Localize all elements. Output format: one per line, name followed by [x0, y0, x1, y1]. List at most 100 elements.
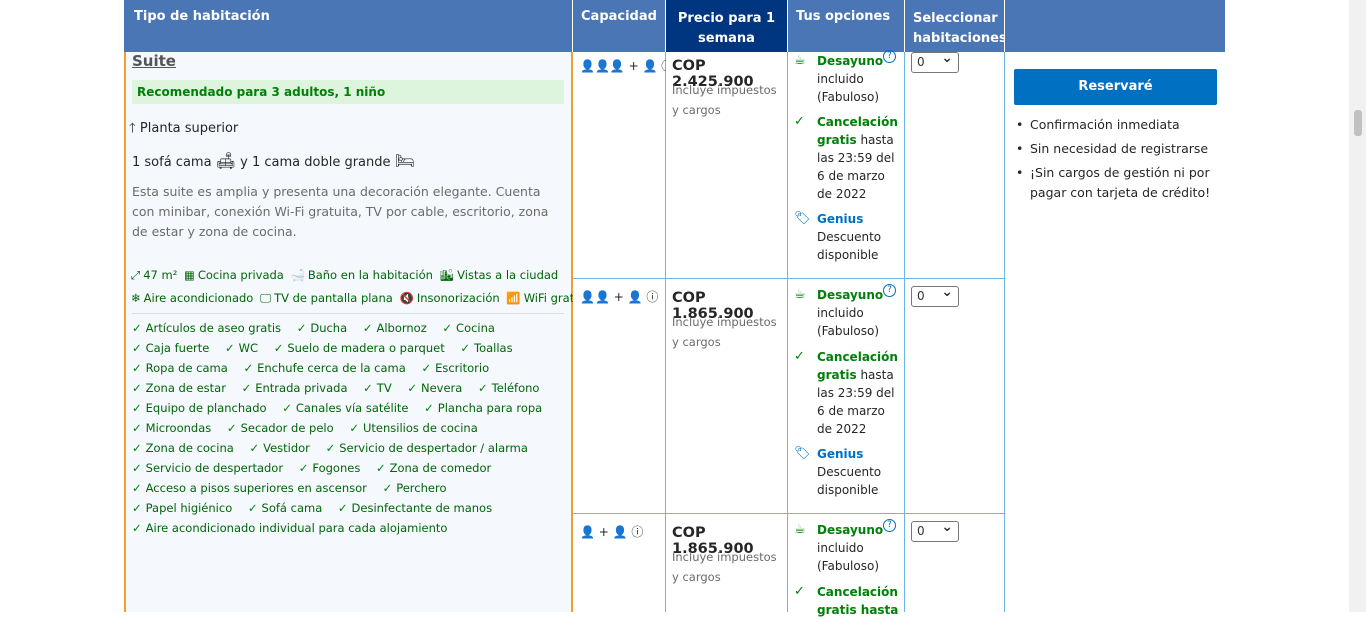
room-table: Tipo de habitación Capacidad Precio para… — [124, 0, 1225, 617]
options-cell: ☕ Desayuno incluido (Fabuloso)? ✓ Cancelaci… — [788, 50, 905, 279]
help-icon[interactable]: ? — [883, 50, 896, 63]
bed-info: 1 sofá cama 🛋 y 1 cama doble grande 🛏 — [132, 151, 415, 170]
benefit-item: Confirmación inmediata — [1014, 115, 1224, 135]
amenity-item: ✓ Nevera — [407, 381, 463, 395]
tag-icon: 🏷 — [794, 211, 811, 226]
reserve-button[interactable]: Reservaré — [1014, 69, 1217, 105]
amenity-item: ✓ Plancha para ropa — [424, 401, 543, 415]
check-icon: ✓ — [349, 421, 359, 435]
check-icon: ✓ — [247, 501, 258, 515]
genius-option: 🏷 Genius Descuento disponible — [794, 446, 882, 497]
info-icon[interactable]: ⓘ — [646, 290, 658, 304]
genius-option: 🏷 Genius Descuento disponible — [794, 211, 882, 262]
header-capacity: Capacidad — [573, 0, 666, 52]
capacity-icons[interactable]: 👤👤 + 👤 ⓘ — [580, 288, 658, 305]
capacity-cell: 👤👤 + 👤 ⓘ — [573, 279, 666, 514]
adult-icon: 👤 — [580, 525, 595, 539]
tv-icon: 🖵 — [259, 291, 272, 305]
child-icon: 👤 — [642, 59, 658, 73]
amenity-item: ✓ Artículos de aseo gratis — [132, 321, 282, 335]
amenity-item: ✓ Escritorio — [421, 361, 490, 375]
amenity-item: ✓ Zona de cocina — [132, 441, 234, 455]
room-quantity-select[interactable]: 0 — [911, 283, 959, 307]
room-title-link[interactable]: Suite — [132, 52, 176, 70]
amenity-item: ✓ Teléfono — [478, 381, 540, 395]
check-icon: ✓ — [132, 401, 142, 415]
select-cell: 0 — [905, 279, 1005, 514]
recommendation-badge: Recomendado para 3 adultos, 1 niño — [132, 80, 564, 104]
amenities-list: ✓ Artículos de aseo gratis ✓ Ducha ✓ Alborn… — [132, 318, 568, 538]
check-icon: ✓ — [362, 321, 373, 335]
check-icon: ✓ — [407, 381, 417, 395]
amenity-item: ✓ Equipo de planchado — [132, 401, 267, 415]
room-quantity-select[interactable]: 0 — [911, 49, 959, 73]
price-cell: COP 1.865.900 Incluye impuestos y cargos — [666, 279, 788, 514]
cancellation-option: ✓ Cancelación gratis hasta las 23:59 del … — [794, 114, 898, 201]
price-note: Incluye impuestos y cargos — [672, 83, 777, 117]
check-icon: ✓ — [132, 381, 142, 395]
check-icon: ✓ — [424, 401, 434, 415]
amenity-item: ✓ Acceso a pisos superiores en ascensor — [132, 481, 367, 495]
amenity-item: ✓ Sofá cama — [247, 501, 323, 515]
amenity-item: ✓ Ducha — [296, 321, 348, 335]
check-icon: ✓ — [794, 114, 805, 129]
coffee-icon: ☕ — [794, 287, 806, 302]
child-icon: 👤 — [627, 290, 643, 304]
options-cell: ☕ Desayuno incluido (Fabuloso)? ✓ Cancelaci… — [788, 279, 905, 514]
price-note: Incluye impuestos y cargos — [672, 550, 777, 584]
help-icon[interactable]: ? — [883, 284, 896, 297]
benefit-item: Sin necesidad de registrarse — [1014, 139, 1224, 159]
amenity-item: ✓ Zona de comedor — [375, 461, 492, 475]
floor-info: 🡑 Planta superior — [129, 121, 239, 136]
coffee-icon: ☕ — [794, 53, 806, 68]
room-quantity-select[interactable]: 0 — [911, 518, 959, 542]
check-icon: ✓ — [132, 461, 142, 475]
breakfast-option: ☕ Desayuno incluido (Fabuloso)? — [794, 519, 902, 575]
city-view-icon: 🏙 — [439, 268, 455, 282]
check-icon: ✓ — [298, 461, 309, 475]
check-icon: ✓ — [132, 521, 142, 535]
check-icon: ✓ — [363, 381, 373, 395]
check-icon: ✓ — [132, 321, 142, 335]
vertical-scrollbar[interactable] — [1349, 0, 1366, 612]
capacity-icons[interactable]: 👤👤👤 + 👤 ⓘ — [580, 57, 673, 74]
info-icon[interactable]: ⓘ — [631, 525, 643, 539]
header-price[interactable]: Precio para 1 semana — [666, 0, 788, 60]
room-description: Esta suite es amplia y presenta una deco… — [132, 184, 549, 239]
soundproof-icon: 🔇 — [399, 291, 414, 305]
amenity-item: ✓ Suelo de madera o parquet — [273, 341, 445, 355]
capacity-cell: 👤 + 👤 ⓘ — [573, 514, 666, 612]
bath-icon: 🛁 — [290, 268, 305, 282]
check-icon: ✓ — [132, 361, 142, 375]
amenity-item: ✓ Secador de pelo — [226, 421, 334, 435]
capacity-icons[interactable]: 👤 + 👤 ⓘ — [580, 523, 643, 540]
scrollbar-thumb[interactable] — [1354, 110, 1362, 136]
header-reserve — [1005, 0, 1225, 52]
price-note: Incluye impuestos y cargos — [672, 315, 777, 349]
amenity-item: ✓ Utensilios de cocina — [349, 421, 478, 435]
wifi-icon: 📶 — [506, 291, 521, 305]
amenity-item: ✓ Aire acondicionado individual para cada… — [132, 521, 448, 535]
options-cell: ☕ Desayuno incluido (Fabuloso)? ✓ Cancelaci… — [788, 514, 905, 617]
header-options: Tus opciones — [788, 0, 905, 52]
select-cell: 0 — [905, 514, 1005, 612]
check-icon: ✓ — [249, 441, 260, 455]
facilities-row-1: ⤢ 47 m² ▦ Cocina privada 🛁 Baño en la habit… — [131, 268, 559, 282]
header-room-type: Tipo de habitación — [124, 0, 573, 52]
size-icon: ⤢ — [131, 268, 141, 282]
check-icon: ✓ — [273, 341, 284, 355]
check-icon: ✓ — [243, 361, 254, 375]
check-icon: ✓ — [241, 381, 252, 395]
check-icon: ✓ — [132, 441, 142, 455]
amenity-item: ✓ Fogones — [298, 461, 361, 475]
amenity-item: ✓ Zona de estar — [132, 381, 226, 395]
breakfast-option: ☕ Desayuno incluido (Fabuloso)? — [794, 50, 902, 106]
adult-icon: 👤👤👤 — [580, 59, 625, 73]
check-icon: ✓ — [337, 501, 348, 515]
select-cell: 0 — [905, 49, 1005, 279]
room-info-cell: Suite Recomendado para 3 adultos, 1 niño… — [124, 52, 583, 612]
child-icon: 👤 — [612, 525, 628, 539]
check-icon: ✓ — [794, 584, 805, 599]
help-icon[interactable]: ? — [883, 519, 896, 532]
sofa-bed-icon: 🛋 — [215, 151, 237, 170]
